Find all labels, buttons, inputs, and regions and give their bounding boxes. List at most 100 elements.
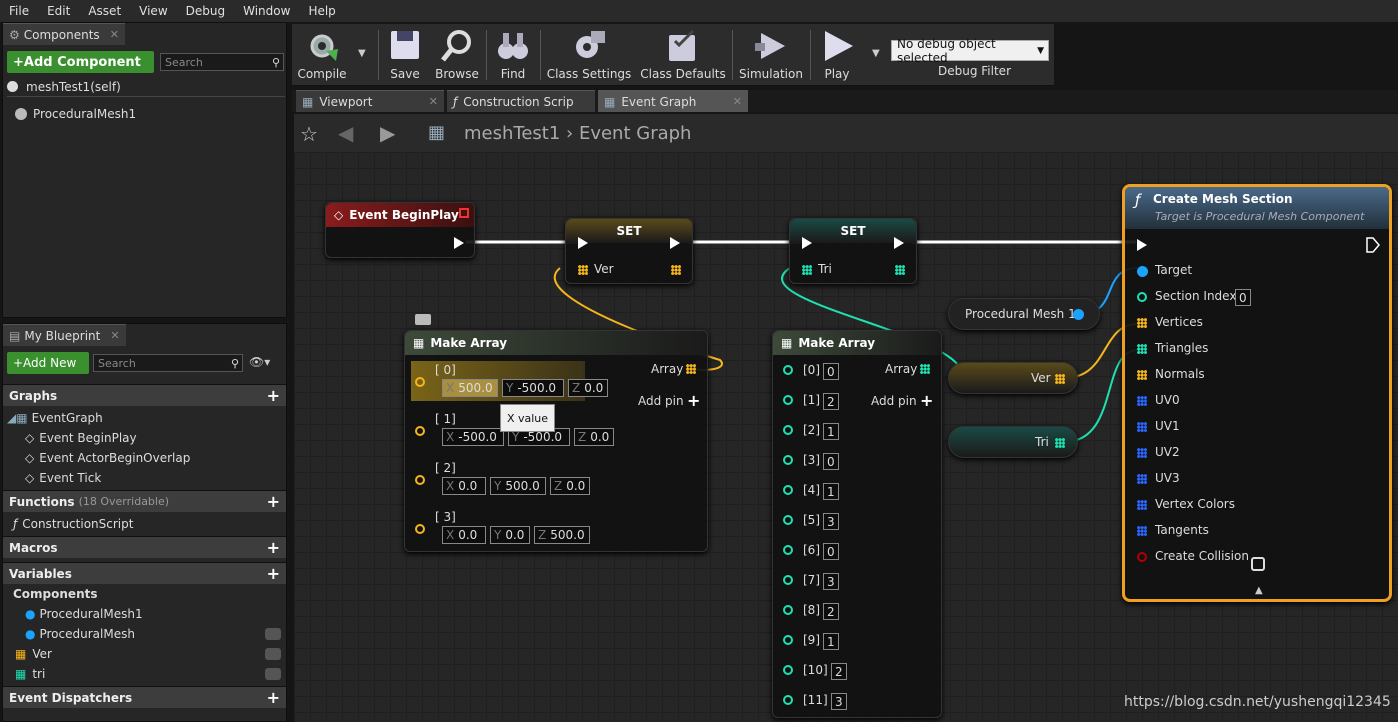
getter-label: Ver bbox=[1031, 371, 1051, 385]
array-grid-icon[interactable] bbox=[895, 265, 905, 275]
array-grid-icon[interactable] bbox=[1137, 422, 1147, 432]
array-grid-icon[interactable] bbox=[1137, 526, 1147, 536]
set-ver-node[interactable]: SET Ver bbox=[565, 218, 693, 284]
int-input[interactable]: 3 bbox=[823, 513, 839, 530]
array-grid-icon[interactable] bbox=[1137, 500, 1147, 510]
create-collision-checkbox[interactable] bbox=[1251, 557, 1265, 571]
vector-pin-icon[interactable] bbox=[415, 426, 425, 436]
int-input[interactable]: 2 bbox=[823, 393, 839, 410]
int-pin-icon[interactable] bbox=[783, 605, 793, 615]
pin-icon[interactable] bbox=[1137, 292, 1147, 302]
array-grid-icon[interactable] bbox=[1137, 344, 1147, 354]
array-grid-icon[interactable] bbox=[802, 265, 812, 275]
vector-pin-icon[interactable] bbox=[415, 377, 425, 387]
exec-out-pin-icon[interactable] bbox=[1365, 237, 1381, 253]
array-grid-icon[interactable] bbox=[1137, 396, 1147, 406]
array-grid-icon[interactable] bbox=[1055, 438, 1065, 448]
z-input[interactable]: Z 0.0 bbox=[574, 428, 614, 446]
int-pin-icon[interactable] bbox=[783, 485, 793, 495]
array-grid-icon[interactable] bbox=[920, 364, 930, 374]
section-index-input[interactable]: 0 bbox=[1235, 289, 1251, 306]
int-pin-icon[interactable] bbox=[783, 665, 793, 675]
x-input[interactable]: X 500.0 bbox=[442, 379, 498, 397]
int-input[interactable]: 0 bbox=[823, 363, 839, 380]
int-input[interactable]: 1 bbox=[823, 483, 839, 500]
z-input[interactable]: Z 0.0 bbox=[568, 379, 608, 397]
add-pin-icon[interactable]: + bbox=[920, 391, 933, 410]
row-label: [10] bbox=[803, 663, 828, 677]
event-beginplay-node[interactable]: ◇ Event BeginPlay bbox=[325, 202, 475, 258]
add-pin-label[interactable]: Add pin bbox=[638, 394, 684, 408]
z-input[interactable]: Z 0.0 bbox=[550, 477, 590, 495]
array-grid-icon[interactable] bbox=[686, 364, 696, 374]
output-pin-label: Array bbox=[651, 362, 684, 376]
int-value: 2 bbox=[835, 664, 843, 679]
make-array-icon: ▦ bbox=[781, 336, 793, 350]
int-input[interactable]: 2 bbox=[831, 663, 847, 680]
int-input[interactable]: 0 bbox=[823, 543, 839, 560]
int-input[interactable]: 3 bbox=[823, 573, 839, 590]
pin-icon[interactable] bbox=[1137, 552, 1147, 562]
int-input[interactable]: 0 bbox=[823, 453, 839, 470]
make-array-int-node[interactable]: ▦ Make Array Array Add pin + [0] 0 [1] 2… bbox=[772, 330, 942, 718]
pin-label: Tangents bbox=[1155, 523, 1209, 537]
ver-getter-node[interactable]: Ver bbox=[948, 362, 1078, 394]
exec-out-pin[interactable] bbox=[454, 237, 464, 249]
int-input[interactable]: 3 bbox=[831, 693, 847, 710]
exec-in-pin[interactable] bbox=[802, 237, 812, 249]
node-title: Event BeginPlay bbox=[349, 208, 459, 222]
array-grid-icon[interactable] bbox=[1137, 318, 1147, 328]
exec-in-pin[interactable] bbox=[1137, 239, 1147, 251]
int-pin-icon[interactable] bbox=[783, 455, 793, 465]
row-label: [7] bbox=[803, 573, 820, 587]
int-pin-icon[interactable] bbox=[783, 515, 793, 525]
set-tri-node[interactable]: SET Tri bbox=[789, 218, 917, 284]
procedural-mesh-getter-node[interactable]: Procedural Mesh 1 bbox=[948, 298, 1100, 330]
int-pin-icon[interactable] bbox=[783, 635, 793, 645]
int-pin-icon[interactable] bbox=[783, 575, 793, 585]
add-pin-label[interactable]: Add pin bbox=[871, 394, 917, 408]
array-grid-icon[interactable] bbox=[1137, 448, 1147, 458]
int-pin-icon[interactable] bbox=[783, 545, 793, 555]
make-array-vector-node[interactable]: ▦ Make Array Array Add pin + [ 0] X 500.0… bbox=[404, 330, 708, 552]
exec-out-pin[interactable] bbox=[894, 237, 904, 249]
tri-getter-node[interactable]: Tri bbox=[948, 426, 1078, 458]
z-input[interactable]: Z 500.0 bbox=[534, 526, 590, 544]
x-input[interactable]: X -500.0 bbox=[442, 428, 504, 446]
exec-out-pin[interactable] bbox=[670, 237, 680, 249]
exec-in-pin[interactable] bbox=[578, 237, 588, 249]
delegate-pin-icon[interactable] bbox=[459, 208, 469, 218]
int-input[interactable]: 1 bbox=[823, 633, 839, 650]
int-pin-icon[interactable] bbox=[783, 395, 793, 405]
x-input[interactable]: X 0.0 bbox=[442, 526, 486, 544]
array-grid-icon[interactable] bbox=[671, 265, 681, 275]
int-pin-icon[interactable] bbox=[783, 365, 793, 375]
int-input[interactable]: 2 bbox=[823, 603, 839, 620]
row-label: [1] bbox=[803, 393, 820, 407]
array-grid-icon[interactable] bbox=[1137, 370, 1147, 380]
array-grid-icon[interactable] bbox=[578, 265, 588, 275]
y-input[interactable]: Y 0.0 bbox=[490, 526, 530, 544]
node-subtitle: Target is Procedural Mesh Component bbox=[1155, 210, 1365, 223]
row-label: [0] bbox=[803, 363, 820, 377]
vector-pin-icon[interactable] bbox=[415, 475, 425, 485]
add-pin-icon[interactable]: + bbox=[687, 391, 700, 410]
create-mesh-section-node[interactable]: ƒ Create Mesh Section Target is Procedur… bbox=[1122, 184, 1392, 602]
x-input[interactable]: X 0.0 bbox=[442, 477, 486, 495]
int-value: 0 bbox=[827, 454, 835, 469]
node-title: Make Array bbox=[430, 336, 508, 350]
int-value: 1 bbox=[827, 634, 835, 649]
int-pin-icon[interactable] bbox=[783, 695, 793, 705]
object-pin-icon[interactable] bbox=[1073, 309, 1084, 320]
y-input[interactable]: Y -500.0 bbox=[502, 379, 564, 397]
int-input[interactable]: 1 bbox=[823, 423, 839, 440]
int-pin-icon[interactable] bbox=[783, 425, 793, 435]
collapse-arrow-icon[interactable]: ▲ bbox=[1255, 585, 1263, 596]
row-label: [8] bbox=[803, 603, 820, 617]
array-grid-icon[interactable] bbox=[1055, 374, 1065, 384]
comment-bubble-icon[interactable] bbox=[415, 314, 431, 325]
array-grid-icon[interactable] bbox=[1137, 474, 1147, 484]
vector-pin-icon[interactable] bbox=[415, 524, 425, 534]
object-pin-icon[interactable] bbox=[1137, 266, 1148, 277]
y-input[interactable]: Y 500.0 bbox=[490, 477, 546, 495]
